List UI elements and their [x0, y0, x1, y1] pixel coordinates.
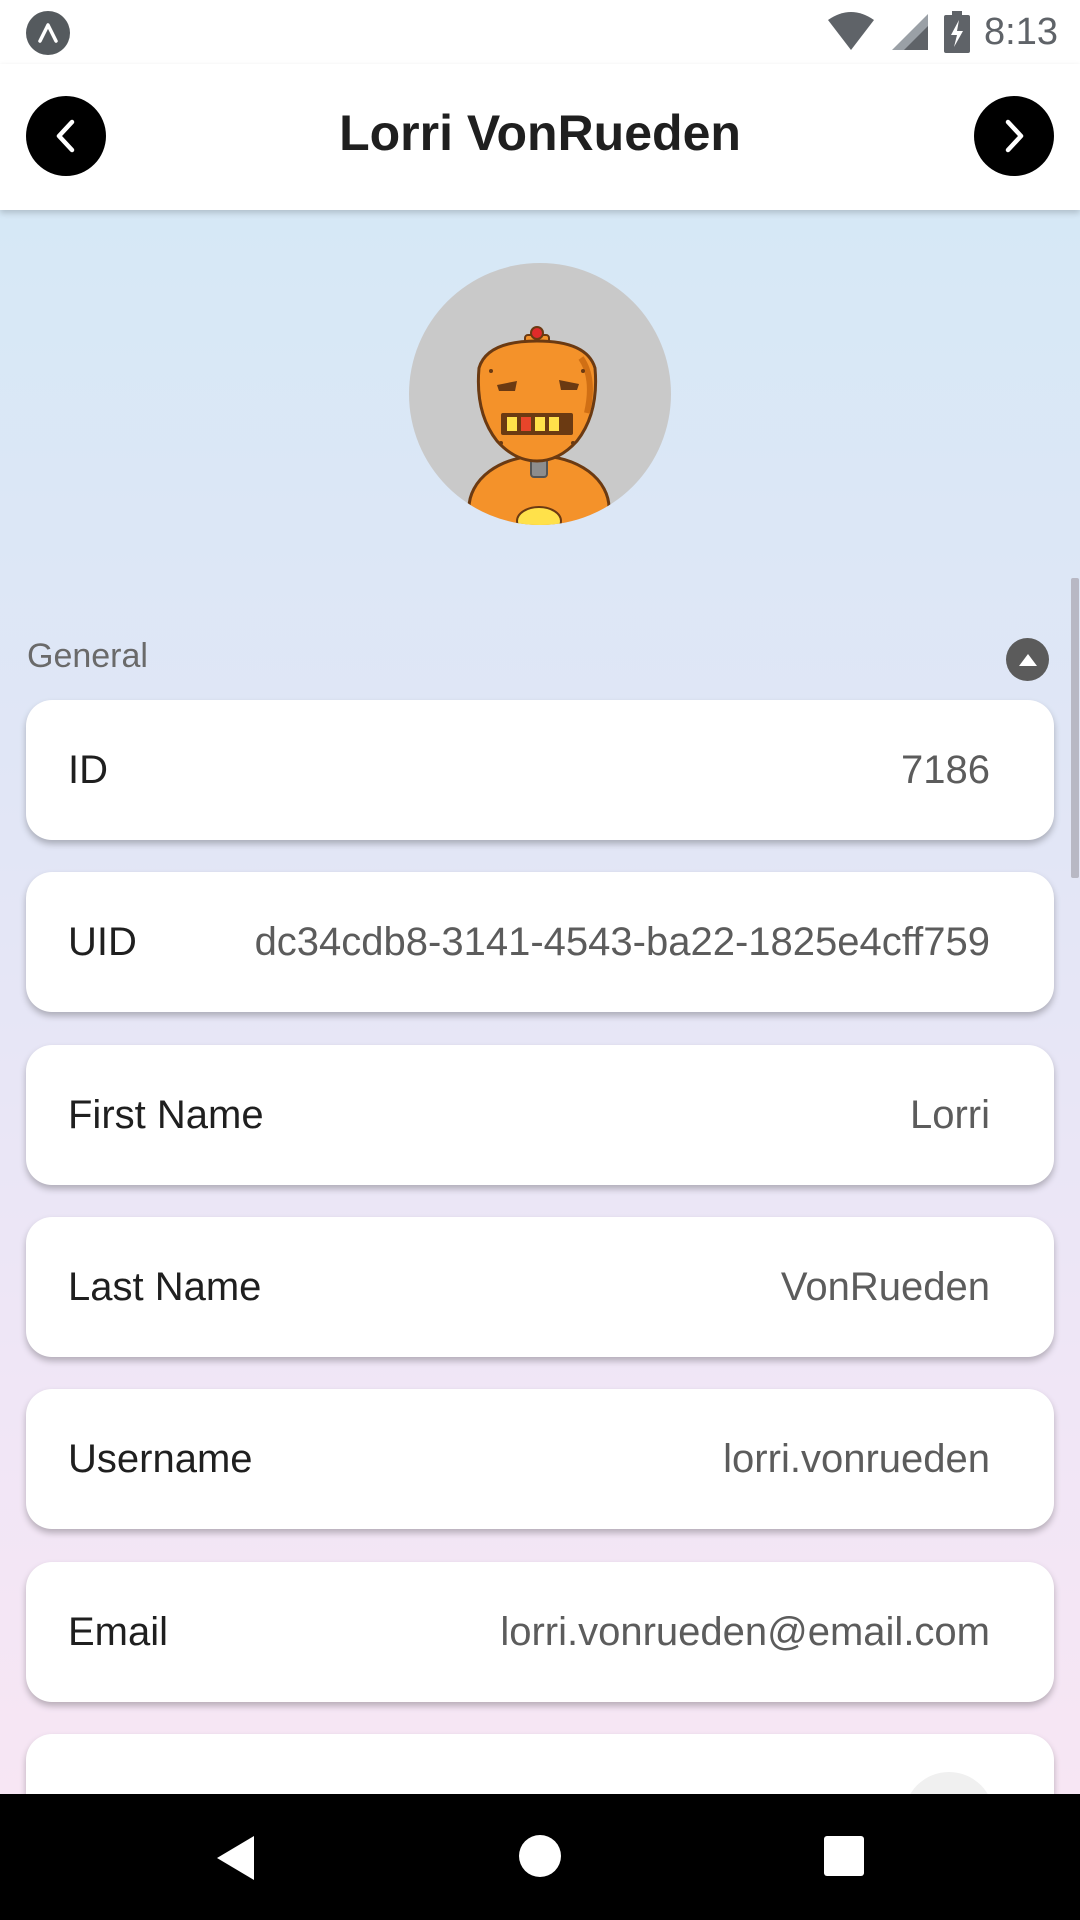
- field-id[interactable]: ID 7186: [26, 700, 1054, 840]
- field-value: dc34cdb8-3141-4543-ba22-1825e4cff759: [254, 919, 990, 964]
- field-label: Last Name: [68, 1264, 262, 1309]
- field-label: Email: [68, 1609, 169, 1654]
- status-time: 8:13: [984, 10, 1058, 53]
- profile-content[interactable]: General ID 7186 UID dc34cdb8-3141-4543-b…: [0, 210, 1080, 1794]
- home-circle-icon[interactable]: [518, 1834, 562, 1878]
- battery-charging-icon: [944, 11, 971, 53]
- scrollbar[interactable]: [1071, 578, 1079, 878]
- section-title-general: General: [27, 637, 148, 675]
- wifi-icon: [828, 12, 875, 50]
- field-value: Lorri: [909, 1092, 990, 1137]
- field-email[interactable]: Email lorri.vonrueden@email.com: [26, 1562, 1054, 1702]
- field-label: UID: [68, 919, 137, 964]
- field-card-partial[interactable]: [26, 1734, 1054, 1794]
- field-uid[interactable]: UID dc34cdb8-3141-4543-ba22-1825e4cff759: [26, 872, 1054, 1012]
- field-first-name[interactable]: First Name Lorri: [26, 1045, 1054, 1185]
- status-icons: 8:13: [826, 0, 1058, 64]
- page-title: Lorri VonRueden: [339, 105, 741, 161]
- collapse-up-icon: [1018, 653, 1037, 666]
- app-notification-icon: [26, 11, 70, 55]
- field-value: lorri.vonrueden: [723, 1436, 990, 1481]
- field-last-name[interactable]: Last Name VonRueden: [26, 1217, 1054, 1357]
- recents-square-icon[interactable]: [824, 1836, 864, 1876]
- back-triangle-icon[interactable]: [214, 1834, 258, 1882]
- robot-avatar: [467, 326, 611, 525]
- signal-icon: [892, 14, 929, 50]
- app-header: Lorri VonRueden: [0, 64, 1080, 210]
- system-nav-bar: [0, 1794, 1080, 1920]
- chevron-right-icon: [1005, 119, 1024, 153]
- section-collapse-button[interactable]: [1006, 638, 1049, 681]
- status-bar: 8:13: [0, 0, 1080, 64]
- field-label: First Name: [68, 1092, 264, 1137]
- avatar: [409, 263, 671, 525]
- field-value: lorri.vonrueden@email.com: [500, 1609, 990, 1654]
- field-action-icon: [904, 1772, 994, 1794]
- field-value: VonRueden: [780, 1264, 990, 1309]
- field-username[interactable]: Username lorri.vonrueden: [26, 1389, 1054, 1529]
- field-value: 7186: [901, 747, 990, 792]
- field-label: ID: [68, 747, 108, 792]
- next-button[interactable]: [974, 96, 1054, 176]
- field-label: Username: [68, 1436, 253, 1481]
